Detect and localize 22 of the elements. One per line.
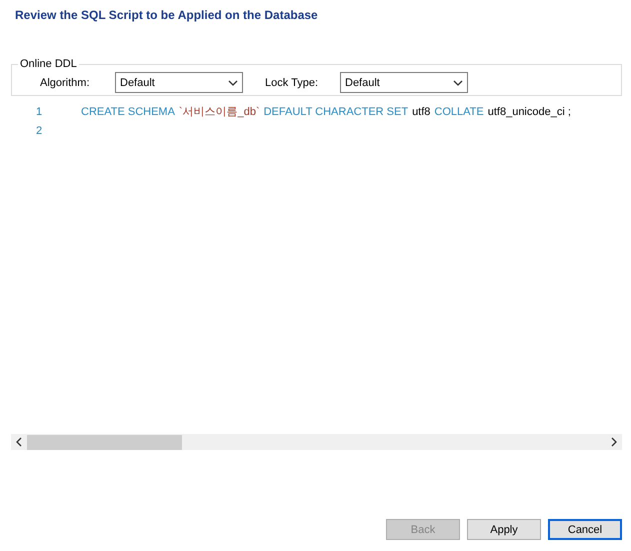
- dropdown[interactable]: Default: [115, 72, 243, 93]
- scrollbar-thumb[interactable]: [27, 434, 182, 450]
- code-token: DEFAULT CHARACTER SET: [264, 106, 408, 118]
- chevron-right-icon: [609, 437, 619, 447]
- chevron-down-icon: [453, 78, 463, 88]
- page-title: Review the SQL Script to be Applied on the Database: [14, 8, 319, 24]
- horizontal-scrollbar[interactable]: [11, 434, 622, 450]
- chevron-down-icon: [228, 78, 238, 88]
- code-token: COLLATE: [434, 106, 484, 118]
- code-token: utf8: [412, 106, 430, 118]
- line-number: 2: [35, 124, 44, 136]
- code-token: `서비스이름_db`: [178, 105, 260, 119]
- dialog-button[interactable]: Cancel: [548, 519, 622, 540]
- group-legend: Online DDL: [18, 58, 79, 70]
- dropdown[interactable]: Default: [340, 72, 468, 93]
- code-token: CREATE SCHEMA: [81, 106, 175, 118]
- chevron-left-icon: [14, 437, 24, 447]
- code-token: utf8_unicode_ci ;: [488, 106, 571, 118]
- field-label: Lock Type:: [265, 76, 319, 88]
- field-label: Algorithm:: [40, 76, 91, 88]
- line-number: 1: [35, 106, 44, 118]
- dialog-button[interactable]: Apply: [467, 519, 541, 540]
